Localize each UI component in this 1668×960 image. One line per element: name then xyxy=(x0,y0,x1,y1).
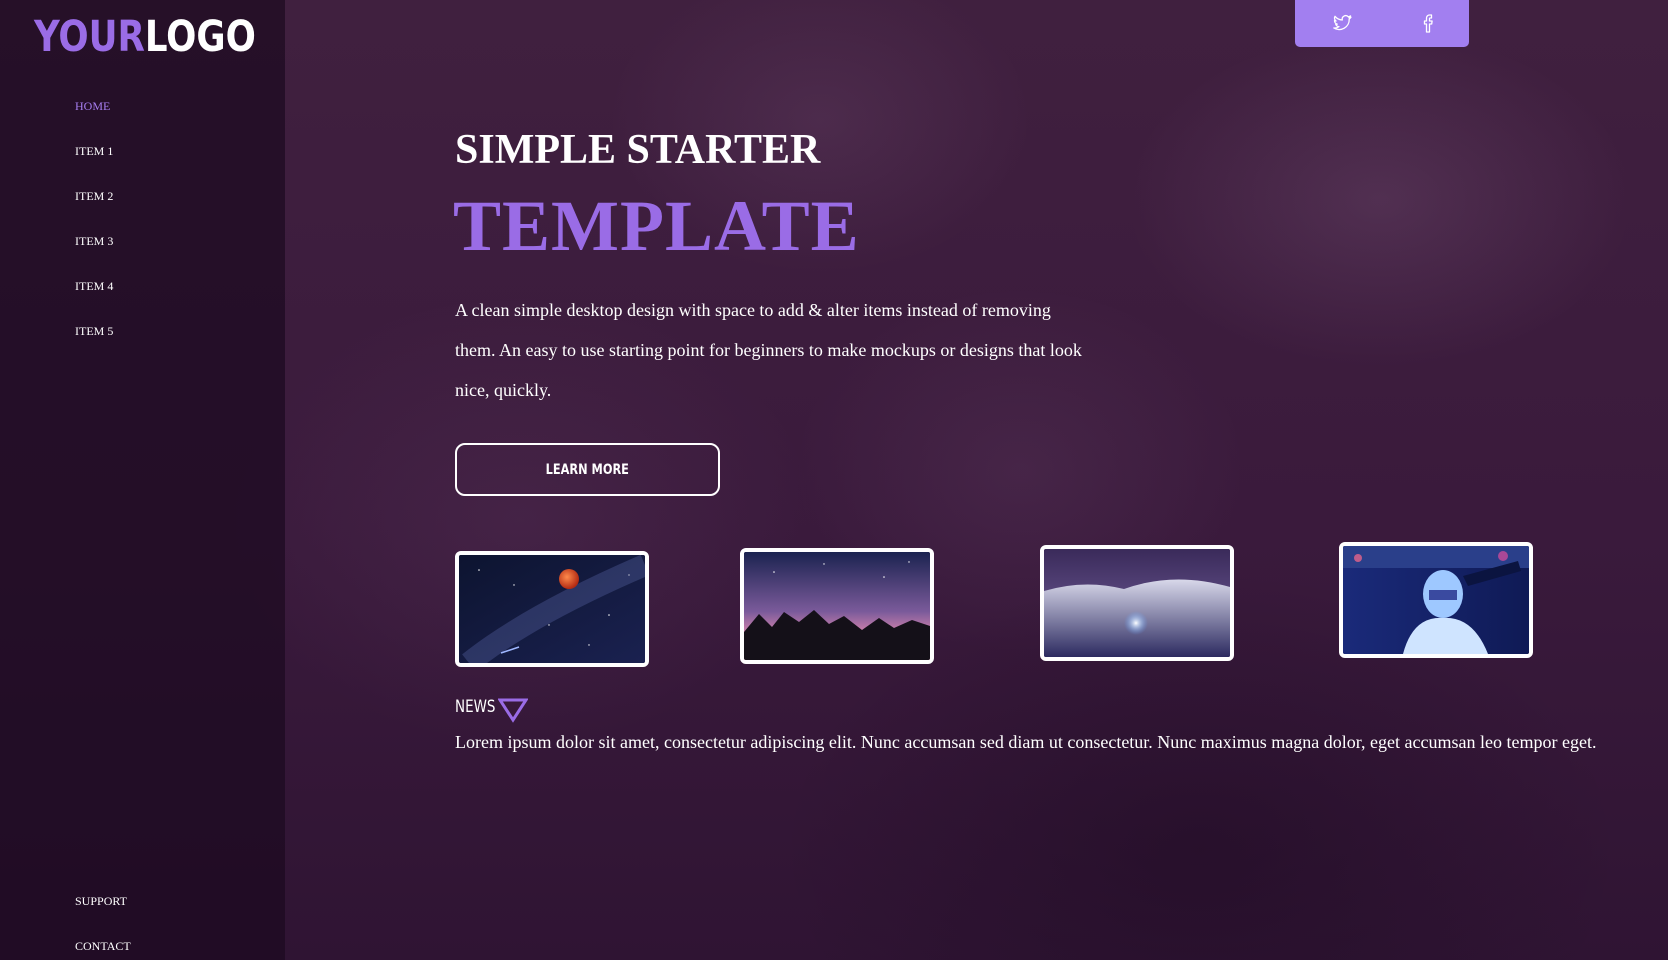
sidebar-item-1[interactable]: ITEM 1 xyxy=(75,142,113,187)
snowy-hill-night-image xyxy=(1044,549,1230,657)
logo[interactable]: YOURLOGO xyxy=(34,12,256,62)
twitter-icon[interactable] xyxy=(1330,11,1354,35)
sidebar: YOURLOGO HOME ITEM 1 ITEM 2 ITEM 3 ITEM … xyxy=(0,0,285,960)
news-label-text: NEWS xyxy=(455,697,496,717)
logo-part-your: YOUR xyxy=(34,12,145,62)
facebook-icon[interactable] xyxy=(1417,11,1441,35)
gallery-thumb-red-moon[interactable] xyxy=(455,551,649,667)
neon-masked-figure-image xyxy=(1343,546,1529,654)
red-moon-night-sky-image xyxy=(459,555,645,663)
news-text: Lorem ipsum dolor sit amet, consectetur … xyxy=(455,732,1597,752)
learn-more-label: LEARN MORE xyxy=(545,461,630,478)
sidebar-item-home[interactable]: HOME xyxy=(75,97,113,142)
gallery-thumb-neon-figure[interactable] xyxy=(1339,542,1533,658)
hero-description: A clean simple desktop design with space… xyxy=(455,300,1082,400)
mountain-silhouette-sunset-image xyxy=(744,552,930,660)
triangle-down-icon xyxy=(498,698,528,723)
logo-part-logo: LOGO xyxy=(144,12,256,62)
hero-title-line1: SIMPLE STARTER xyxy=(455,127,821,173)
news-label: NEWS xyxy=(455,697,501,717)
sidebar-item-2[interactable]: ITEM 2 xyxy=(75,187,113,232)
social-bar xyxy=(1295,0,1469,47)
sidebar-item-5[interactable]: ITEM 5 xyxy=(75,322,113,367)
sidebar-item-4[interactable]: ITEM 4 xyxy=(75,277,113,322)
sidebar-bottom-nav: SUPPORT CONTACT xyxy=(75,892,131,960)
learn-more-button[interactable]: LEARN MORE xyxy=(455,443,720,496)
gallery-thumb-snowy-hill[interactable] xyxy=(1040,545,1234,661)
gallery-thumb-mountain-sunset[interactable] xyxy=(740,548,934,664)
hero-title-line2: TEMPLATE xyxy=(453,186,860,266)
sidebar-item-contact[interactable]: CONTACT xyxy=(75,937,131,960)
sidebar-item-3[interactable]: ITEM 3 xyxy=(75,232,113,277)
sidebar-nav: HOME ITEM 1 ITEM 2 ITEM 3 ITEM 4 ITEM 5 xyxy=(75,97,113,367)
sidebar-item-support[interactable]: SUPPORT xyxy=(75,892,131,937)
